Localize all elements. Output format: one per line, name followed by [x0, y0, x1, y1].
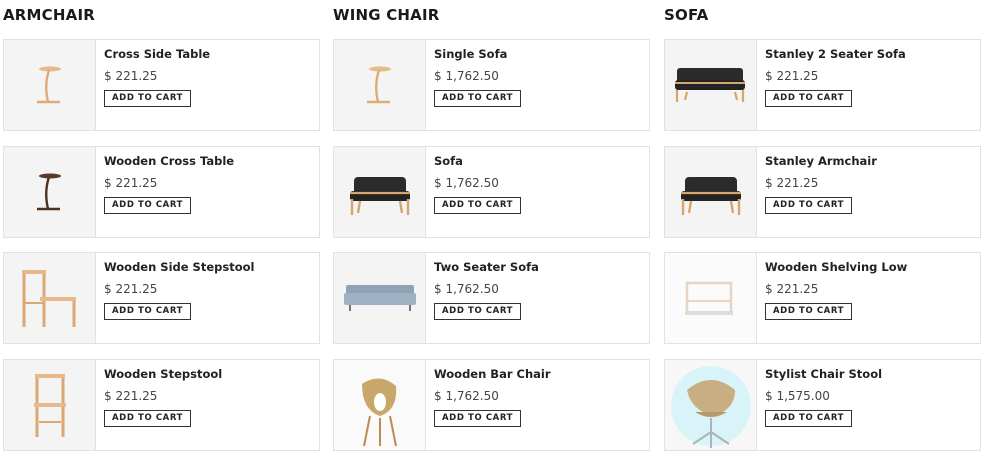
product-name[interactable]: Stanley 2 Seater Sofa [765, 47, 980, 61]
product-card: Wooden Cross Table $ 221.25 ADD TO CART [3, 146, 320, 238]
cross-side-table-image[interactable] [4, 40, 96, 130]
add-to-cart-button[interactable]: ADD TO CART [104, 90, 192, 107]
product-card: Cross Side Table $ 221.25 ADD TO CART [3, 39, 320, 131]
product-card: Wooden Shelving Low $ 221.25 ADD TO CART [664, 252, 981, 344]
product-price: $ 221.25 [104, 69, 158, 83]
product-name[interactable]: Two Seater Sofa [434, 260, 649, 274]
product-name[interactable]: Wooden Stepstool [104, 367, 319, 381]
add-to-cart-button[interactable]: ADD TO CART [434, 90, 522, 107]
add-to-cart-button[interactable]: ADD TO CART [765, 410, 853, 427]
product-card: Stanley Armchair $ 221.25 ADD TO CART [664, 146, 981, 238]
column-title: ARMCHAIR [3, 6, 95, 24]
wooden-bar-chair-image[interactable] [334, 360, 426, 450]
product-name[interactable]: Single Sofa [434, 47, 649, 61]
product-name[interactable]: Wooden Side Stepstool [104, 260, 319, 274]
product-name[interactable]: Stylist Chair Stool [765, 367, 980, 381]
wooden-side-stepstool-image[interactable] [4, 253, 96, 343]
product-card: Wooden Side Stepstool $ 221.25 ADD TO CA… [3, 252, 320, 344]
product-card: Single Sofa $ 1,762.50 ADD TO CART [333, 39, 650, 131]
wooden-stepstool-image[interactable] [4, 360, 96, 450]
two-seater-sofa-image[interactable] [334, 253, 426, 343]
product-price: $ 221.25 [104, 282, 158, 296]
product-card: Stanley 2 Seater Sofa $ 221.25 ADD TO CA… [664, 39, 981, 131]
product-card: Wooden Bar Chair $ 1,762.50 ADD TO CART [333, 359, 650, 451]
add-to-cart-button[interactable]: ADD TO CART [434, 410, 522, 427]
product-card: Sofa $ 1,762.50 ADD TO CART [333, 146, 650, 238]
product-price: $ 221.25 [765, 176, 819, 190]
column-title: WING CHAIR [333, 6, 440, 24]
add-to-cart-button[interactable]: ADD TO CART [104, 303, 192, 320]
product-price: $ 221.25 [765, 282, 819, 296]
product-price: $ 1,762.50 [434, 69, 499, 83]
product-name[interactable]: Wooden Bar Chair [434, 367, 649, 381]
product-name[interactable]: Sofa [434, 154, 649, 168]
product-price: $ 221.25 [104, 389, 158, 403]
add-to-cart-button[interactable]: ADD TO CART [765, 197, 853, 214]
product-name[interactable]: Stanley Armchair [765, 154, 980, 168]
column-title: SOFA [664, 6, 709, 24]
wooden-shelving-low-image[interactable] [665, 253, 757, 343]
add-to-cart-button[interactable]: ADD TO CART [104, 410, 192, 427]
product-price: $ 1,762.50 [434, 282, 499, 296]
product-card: Wooden Stepstool $ 221.25 ADD TO CART [3, 359, 320, 451]
product-name[interactable]: Cross Side Table [104, 47, 319, 61]
product-price: $ 1,762.50 [434, 389, 499, 403]
product-price: $ 221.25 [104, 176, 158, 190]
product-card: Stylist Chair Stool $ 1,575.00 ADD TO CA… [664, 359, 981, 451]
sofa-image[interactable] [334, 147, 426, 237]
product-name[interactable]: Wooden Cross Table [104, 154, 319, 168]
wooden-cross-table-image[interactable] [4, 147, 96, 237]
single-sofa-image[interactable] [334, 40, 426, 130]
product-card: Two Seater Sofa $ 1,762.50 ADD TO CART [333, 252, 650, 344]
add-to-cart-button[interactable]: ADD TO CART [765, 90, 853, 107]
add-to-cart-button[interactable]: ADD TO CART [434, 303, 522, 320]
product-name[interactable]: Wooden Shelving Low [765, 260, 980, 274]
product-price: $ 1,762.50 [434, 176, 499, 190]
add-to-cart-button[interactable]: ADD TO CART [765, 303, 853, 320]
stanley-armchair-image[interactable] [665, 147, 757, 237]
add-to-cart-button[interactable]: ADD TO CART [434, 197, 522, 214]
stylist-chair-stool-image[interactable] [665, 360, 757, 450]
add-to-cart-button[interactable]: ADD TO CART [104, 197, 192, 214]
stanley-2-seater-sofa-image[interactable] [665, 40, 757, 130]
product-price: $ 221.25 [765, 69, 819, 83]
product-price: $ 1,575.00 [765, 389, 830, 403]
